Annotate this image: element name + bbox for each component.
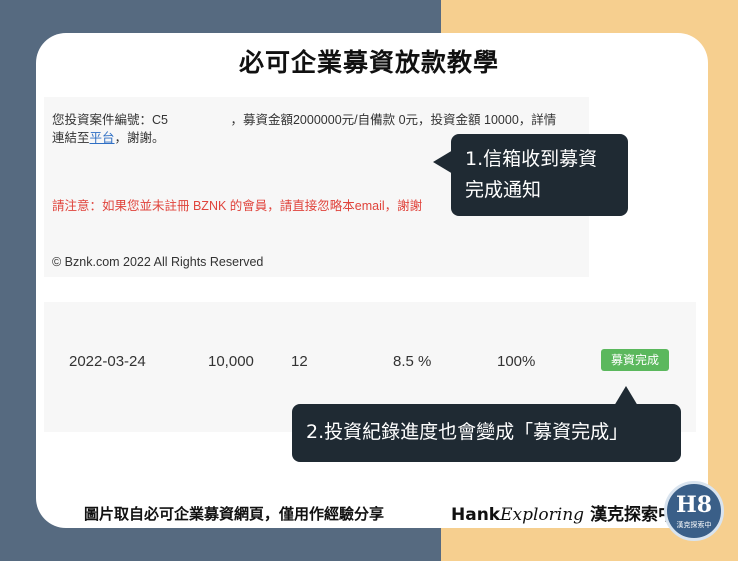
logo-subtitle: 漢克探索中: [676, 521, 712, 529]
email-body-line-1: 您投資案件編號：C5 ，募資金額2000000元/自備款 0元，投資金額 100…: [52, 113, 557, 127]
page-title: 必可企業募資放款教學: [238, 48, 499, 77]
brand-wordmark: HankExploring 漢克探索中: [451, 500, 675, 525]
record-amount: 10,000: [208, 353, 254, 370]
record-date: 2022-03-24: [69, 353, 146, 370]
email-notice: 請注意：如果您並未註冊 BZNK 的會員，請直接忽略本email，謝謝: [52, 199, 423, 213]
brand-script: Exploring: [500, 505, 585, 525]
brand-cn: 漢克探索中: [590, 505, 676, 525]
status-badge: 募資完成: [601, 349, 669, 371]
brand-logo-icon: H8 漢克探索中: [664, 481, 724, 541]
record-months: 12: [291, 353, 308, 370]
platform-link[interactable]: 平台: [90, 131, 115, 145]
email-body-line-2: 連結至平台，謝謝。: [52, 127, 165, 146]
callout-2-pointer: [614, 386, 638, 406]
callout-record-status: 2.投資紀錄進度也會變成「募資完成」: [292, 404, 681, 462]
email-line2-prefix: 連結至: [52, 131, 90, 145]
logo-mark: H8: [675, 492, 713, 518]
email-copyright: © Bznk.com 2022 All Rights Reserved: [52, 255, 264, 269]
image-credit: 圖片取自必可企業募資網頁，僅用作經驗分享: [84, 505, 385, 523]
email-line2-suffix: ，謝謝。: [114, 131, 165, 145]
record-rate: 8.5 %: [393, 353, 432, 370]
callout-1-pointer: [433, 150, 453, 174]
brand-bold: Hank: [451, 505, 501, 525]
callout-1-line-1: 1.信箱收到募資: [465, 148, 598, 170]
callout-email-notification: 1.信箱收到募資 完成通知: [451, 134, 628, 216]
record-progress: 100%: [497, 353, 536, 370]
callout-1-line-2: 完成通知: [465, 179, 542, 201]
